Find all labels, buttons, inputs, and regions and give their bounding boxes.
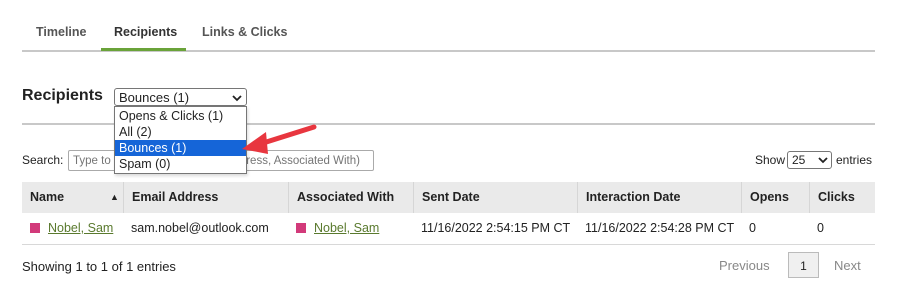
table-row: Nobel, Sam sam.nobel@outlook.com Nobel, … xyxy=(22,213,875,245)
tab-recipients[interactable]: Recipients xyxy=(114,25,177,39)
filter-option-bounces[interactable]: Bounces (1) xyxy=(115,140,246,156)
column-header-name[interactable]: Name ▲ xyxy=(22,182,123,213)
tab-links-clicks[interactable]: Links & Clicks xyxy=(202,25,287,39)
search-label: Search: xyxy=(22,153,64,167)
next-page-button[interactable]: Next xyxy=(834,258,861,273)
recipient-name-link[interactable]: Nobel, Sam xyxy=(48,221,113,235)
contact-tag-icon xyxy=(296,223,306,233)
column-header-email[interactable]: Email Address xyxy=(123,182,288,213)
entries-value: 25 xyxy=(792,153,806,167)
cell-clicks: 0 xyxy=(817,221,824,235)
filter-option-all[interactable]: All (2) xyxy=(115,124,246,140)
table-header: Name ▲ Email Address Associated With Sen… xyxy=(22,182,875,213)
contact-tag-icon xyxy=(30,223,40,233)
table-info: Showing 1 to 1 of 1 entries xyxy=(22,259,176,274)
filter-option-spam[interactable]: Spam (0) xyxy=(115,156,246,172)
sort-ascending-icon: ▲ xyxy=(110,192,119,202)
column-header-sent-date[interactable]: Sent Date xyxy=(413,182,577,213)
page-number-button[interactable]: 1 xyxy=(788,252,819,278)
column-header-interaction-date[interactable]: Interaction Date xyxy=(577,182,741,213)
entries-label: entries xyxy=(836,153,873,167)
column-header-associated-with[interactable]: Associated With xyxy=(288,182,414,213)
cell-name: Nobel, Sam xyxy=(22,213,123,244)
active-tab-indicator xyxy=(101,48,186,51)
recipient-filter-select[interactable]: Bounces (1) xyxy=(114,88,247,106)
show-label: Show xyxy=(755,153,786,167)
associated-with-link[interactable]: Nobel, Sam xyxy=(314,221,379,235)
column-header-clicks[interactable]: Clicks xyxy=(809,182,875,213)
filter-selected-value: Bounces (1) xyxy=(119,90,190,105)
filter-option-opens-clicks[interactable]: Opens & Clicks (1) xyxy=(115,108,246,124)
entries-per-page-select[interactable]: 25 xyxy=(787,151,832,169)
cell-associated-with: Nobel, Sam xyxy=(288,213,414,244)
filter-dropdown-list: Opens & Clicks (1) All (2) Bounces (1) S… xyxy=(114,106,247,174)
cell-interaction-date: 11/16/2022 2:54:28 PM CT xyxy=(585,221,735,235)
chevron-down-icon xyxy=(818,152,828,174)
column-header-opens[interactable]: Opens xyxy=(741,182,809,213)
cell-opens: 0 xyxy=(749,221,756,235)
tab-timeline[interactable]: Timeline xyxy=(36,25,86,39)
cell-sent-date: 11/16/2022 2:54:15 PM CT xyxy=(421,221,571,235)
recipients-heading: Recipients xyxy=(22,87,103,104)
annotation-arrow-icon xyxy=(242,124,317,154)
tab-bar: Timeline Recipients Links & Clicks xyxy=(22,18,875,52)
previous-page-button[interactable]: Previous xyxy=(719,258,770,273)
cell-email: sam.nobel@outlook.com xyxy=(131,221,269,235)
